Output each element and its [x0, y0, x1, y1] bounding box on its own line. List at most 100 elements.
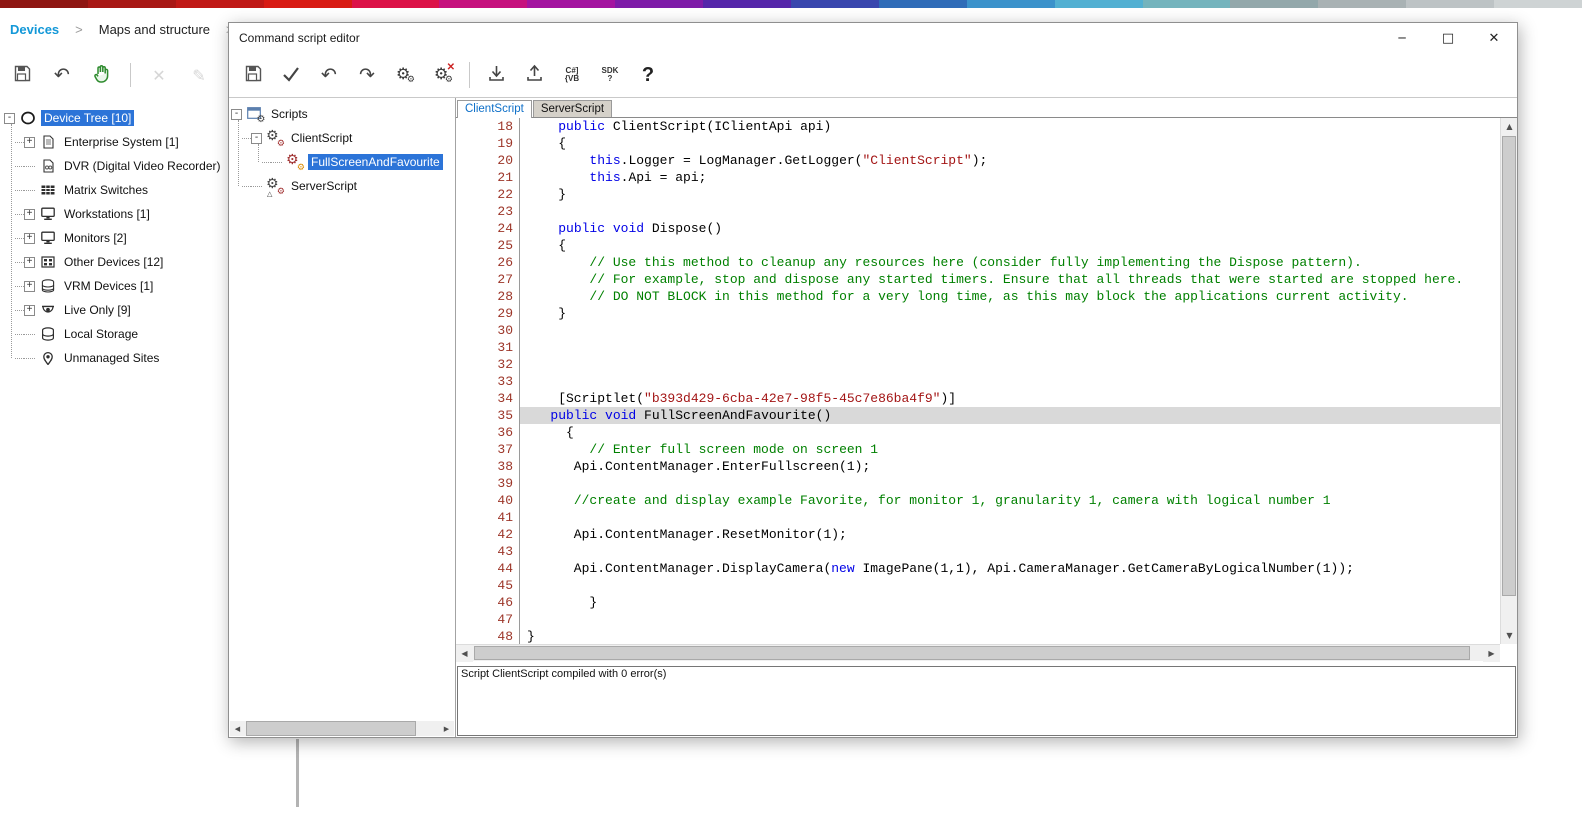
code-line-25[interactable]: 25 { [456, 237, 1500, 254]
code-line-30[interactable]: 30 [456, 322, 1500, 339]
scrollbar-thumb[interactable] [474, 646, 1470, 660]
device-tree-item-unmanaged-sites[interactable]: Unmanaged Sites [2, 346, 228, 370]
check-button[interactable] [277, 59, 305, 91]
tree-label[interactable]: Workstations [1] [61, 206, 153, 222]
device-tree-item-dvr-digital-video-recorder[interactable]: DVR (Digital Video Recorder) [2, 154, 228, 178]
code-line-43[interactable]: 43 [456, 543, 1500, 560]
code-line-20[interactable]: 20 this.Logger = LogManager.GetLogger("C… [456, 152, 1500, 169]
help-button[interactable]: ? [634, 59, 662, 91]
code-line-22[interactable]: 22 } [456, 186, 1500, 203]
script-tree-item-scripts[interactable]: -⚙Scripts [229, 102, 455, 126]
tree-label[interactable]: Other Devices [12] [61, 254, 166, 270]
code-line-40[interactable]: 40 //create and display example Favorite… [456, 492, 1500, 509]
code-line-41[interactable]: 41 [456, 509, 1500, 526]
nav-tab-maps-and-structure[interactable]: Maps and structure [99, 22, 210, 37]
save-button[interactable] [239, 59, 267, 91]
tree-label[interactable]: ClientScript [288, 130, 355, 146]
code-line-29[interactable]: 29 } [456, 305, 1500, 322]
code-line-45[interactable]: 45 [456, 577, 1500, 594]
undo-button[interactable]: ↶ [44, 58, 80, 92]
close-button[interactable]: ✕ [1471, 23, 1517, 53]
scroll-up-icon[interactable]: ▲ [1501, 118, 1517, 135]
code-line-47[interactable]: 47 [456, 611, 1500, 628]
sdk-help-button[interactable]: SDK? [596, 59, 624, 91]
scroll-down-icon[interactable]: ▼ [1501, 627, 1517, 644]
tree-label[interactable]: Live Only [9] [61, 302, 134, 318]
code-line-42[interactable]: 42 Api.ContentManager.ResetMonitor(1); [456, 526, 1500, 543]
code-line-18[interactable]: 18 public ClientScript(IClientApi api) [456, 118, 1500, 135]
device-tree-item-live-only-9[interactable]: + Live Only [9] [2, 298, 228, 322]
dialog-title-bar[interactable]: Command script editor ─□✕ [229, 23, 1517, 53]
code-line-39[interactable]: 39 [456, 475, 1500, 492]
device-tree-item-enterprise-system-1[interactable]: + Enterprise System [1] [2, 130, 228, 154]
editor-tab-clientscript[interactable]: ClientScript [457, 100, 532, 118]
tree-label[interactable]: Scripts [268, 106, 311, 122]
device-tree-item-local-storage[interactable]: Local Storage [2, 322, 228, 346]
scrollbar-thumb[interactable] [246, 721, 416, 736]
expand-icon[interactable]: + [24, 257, 35, 268]
horizontal-scrollbar[interactable]: ◀ ▶ [456, 644, 1500, 661]
code-line-24[interactable]: 24 public void Dispose() [456, 220, 1500, 237]
script-tree-item-clientscript[interactable]: -⚙⚙ClientScript [229, 126, 455, 150]
code-line-44[interactable]: 44 Api.ContentManager.DisplayCamera(new … [456, 560, 1500, 577]
code-line-21[interactable]: 21 this.Api = api; [456, 169, 1500, 186]
code-line-23[interactable]: 23 [456, 203, 1500, 220]
redo-button[interactable]: ↷ [353, 59, 381, 91]
scroll-left-icon[interactable]: ◀ [456, 645, 473, 662]
tree-label[interactable]: FullScreenAndFavourite [308, 154, 443, 170]
code-line-46[interactable]: 46 } [456, 594, 1500, 611]
tree-label[interactable]: Local Storage [61, 326, 141, 342]
tree-label[interactable]: Enterprise System [1] [61, 134, 182, 150]
nav-tab-devices[interactable]: Devices [10, 22, 59, 37]
scroll-right-icon[interactable]: ▶ [439, 721, 454, 736]
code-line-27[interactable]: 27 // For example, stop and dispose any … [456, 271, 1500, 288]
scrollbar-thumb[interactable] [1502, 136, 1516, 596]
script-tree-horizontal-scrollbar[interactable]: ◀ ▶ [230, 721, 454, 736]
code-editor[interactable]: 18 public ClientScript(IClientApi api)19… [456, 117, 1517, 644]
code-line-37[interactable]: 37 // Enter full screen mode on screen 1 [456, 441, 1500, 458]
vertical-scrollbar[interactable]: ▲ ▼ [1500, 118, 1517, 644]
import-button[interactable] [482, 59, 510, 91]
collapse-icon[interactable]: - [231, 109, 242, 120]
device-tree-item-monitors-2[interactable]: + Monitors [2] [2, 226, 228, 250]
undo-button[interactable]: ↶ [315, 59, 343, 91]
code-line-33[interactable]: 33 [456, 373, 1500, 390]
scroll-left-icon[interactable]: ◀ [230, 721, 245, 736]
tree-label[interactable]: VRM Devices [1] [61, 278, 156, 294]
minimize-button[interactable]: ─ [1379, 23, 1425, 53]
expand-icon[interactable]: + [24, 137, 35, 148]
code-line-32[interactable]: 32 [456, 356, 1500, 373]
scroll-right-icon[interactable]: ▶ [1483, 645, 1500, 662]
expand-icon[interactable]: + [24, 305, 35, 316]
add-scriptlet-button[interactable]: ⚙⚙ [391, 59, 419, 91]
hand-button[interactable] [84, 58, 120, 92]
script-tree-item-serverscript[interactable]: ⚙⚙△ServerScript [229, 174, 455, 198]
code-line-31[interactable]: 31 [456, 339, 1500, 356]
code-line-36[interactable]: 36 { [456, 424, 1500, 441]
code-line-35[interactable]: 35 public void FullScreenAndFavourite() [456, 407, 1500, 424]
code-line-26[interactable]: 26 // Use this method to cleanup any res… [456, 254, 1500, 271]
save-button[interactable] [4, 58, 40, 92]
device-tree-item-device-tree-10[interactable]: - Device Tree [10] [2, 106, 228, 130]
maximize-button[interactable]: □ [1425, 23, 1471, 53]
delete-scriptlet-button[interactable]: ⚙⚙✕ [429, 59, 457, 91]
expand-icon[interactable]: + [24, 233, 35, 244]
code-line-19[interactable]: 19 { [456, 135, 1500, 152]
tree-label[interactable]: Unmanaged Sites [61, 350, 162, 366]
csharp-vb-convert-button[interactable]: C#]{VB [558, 59, 586, 91]
export-button[interactable] [520, 59, 548, 91]
device-tree-item-workstations-1[interactable]: + Workstations [1] [2, 202, 228, 226]
tree-label[interactable]: ServerScript [288, 178, 360, 194]
tree-label[interactable]: Monitors [2] [61, 230, 130, 246]
expand-icon[interactable]: + [24, 209, 35, 220]
tree-label[interactable]: Matrix Switches [61, 182, 151, 198]
collapse-icon[interactable]: - [4, 113, 15, 124]
script-tree-item-fullscreenandfavourite[interactable]: ⚙⚙FullScreenAndFavourite [229, 150, 455, 174]
code-line-28[interactable]: 28 // DO NOT BLOCK in this method for a … [456, 288, 1500, 305]
tree-label[interactable]: Device Tree [10] [41, 110, 134, 126]
code-line-48[interactable]: 48} [456, 628, 1500, 644]
edit-button[interactable]: ✎ [181, 58, 217, 92]
device-tree-item-vrm-devices-1[interactable]: +VRM Devices [1] [2, 274, 228, 298]
device-tree-item-other-devices-12[interactable]: + Other Devices [12] [2, 250, 228, 274]
device-tree-item-matrix-switches[interactable]: Matrix Switches [2, 178, 228, 202]
